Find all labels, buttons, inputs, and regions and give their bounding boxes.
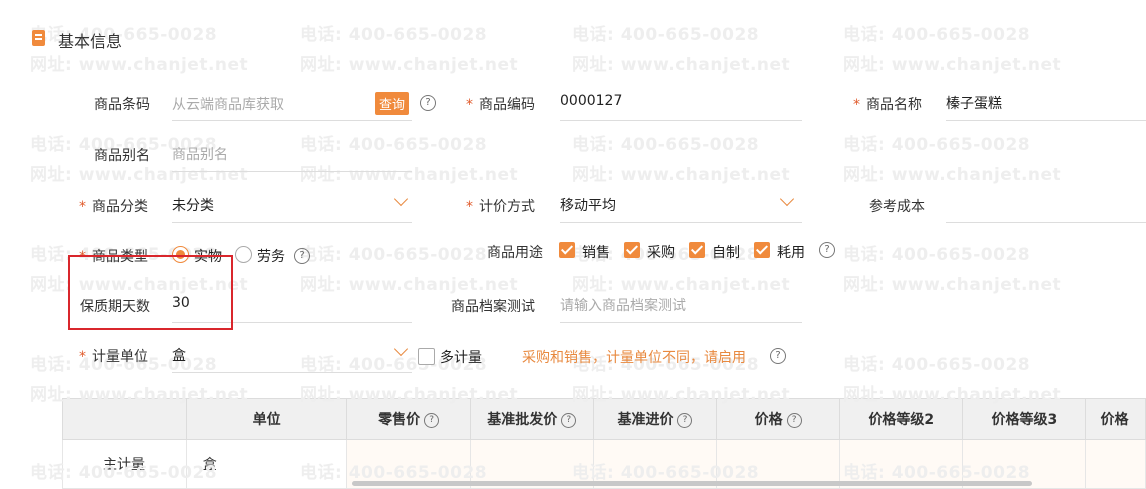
table-cell-main-unit: 主计量 (62, 439, 187, 489)
watermark-site: 网址: www.chanjet.net (843, 165, 1062, 185)
table-cell[interactable] (1085, 439, 1146, 489)
chevron-down-icon (393, 341, 409, 357)
watermark-site: 网址: www.chanjet.net (30, 55, 249, 75)
chevron-down-icon (779, 191, 795, 207)
unit-select[interactable]: 盒 (172, 341, 412, 373)
archive-test-label: 商品档案测试 (451, 299, 535, 315)
table-header-purchase: 基准进价? (592, 398, 718, 440)
table-cell-unit[interactable]: 盒 (185, 439, 348, 489)
category-select[interactable]: 未分类 (172, 191, 412, 223)
watermark-site: 网址: www.chanjet.net (843, 55, 1062, 75)
checkbox-consume[interactable] (754, 242, 770, 258)
pricing-label: * 计价方式 (466, 199, 535, 215)
checkbox-sales[interactable] (559, 242, 575, 258)
watermark-phone: 电话: 400-665-0028 (300, 25, 488, 45)
category-label: * 商品分类 (79, 199, 148, 215)
archive-test-input[interactable]: 请输入商品档案测试 (560, 292, 802, 323)
help-icon[interactable]: ? (561, 412, 577, 428)
multi-unit-label: 多计量 (440, 350, 482, 366)
query-button[interactable]: 查询 (375, 92, 410, 115)
ref-cost-label: 参考成本 (869, 199, 925, 215)
help-icon[interactable]: ? (294, 248, 310, 264)
watermark-phone: 电话: 400-665-0028 (300, 245, 488, 265)
document-icon (32, 30, 45, 46)
name-input[interactable]: 榛子蛋糕 (946, 90, 1146, 121)
watermark-site: 网址: www.chanjet.net (572, 165, 791, 185)
category-value: 未分类 (172, 198, 214, 214)
code-input[interactable]: 0000127 (560, 90, 802, 121)
code-value: 0000127 (560, 93, 623, 109)
watermark-phone: 电话: 400-665-0028 (572, 135, 760, 155)
watermark-phone: 电话: 400-665-0028 (572, 25, 760, 45)
help-icon[interactable]: ? (424, 412, 440, 428)
table-header-wholesale: 基准批发价? (469, 398, 594, 440)
table-header-row: 单位 零售价? 基准批发价? 基准进价? 价格? 价格等级2 价格等级3 价格 (62, 398, 1146, 440)
barcode-placeholder: 从云端商品库获取 (172, 97, 284, 113)
checkbox-sales-label: 销售 (582, 245, 610, 261)
code-label: * 商品编码 (466, 97, 535, 113)
unit-label: * 计量单位 (79, 349, 148, 365)
alias-label: 商品别名 (94, 148, 150, 164)
checkbox-purchase[interactable] (624, 242, 640, 258)
watermark-site: 网址: www.chanjet.net (572, 55, 791, 75)
pricing-select[interactable]: 移动平均 (560, 191, 802, 223)
usage-label: 商品用途 (487, 245, 543, 261)
help-icon[interactable]: ? (786, 412, 802, 428)
watermark-site: 网址: www.chanjet.net (300, 55, 519, 75)
alias-placeholder: 商品别名 (172, 147, 228, 163)
table-header-retail: 零售价? (346, 398, 471, 440)
ref-cost-input[interactable] (946, 192, 1146, 223)
chevron-down-icon (393, 191, 409, 207)
table-header (62, 398, 187, 440)
barcode-input[interactable]: 从云端商品库获取 查询 (172, 90, 412, 121)
name-label: * 商品名称 (853, 97, 922, 113)
radio-service-label: 劳务 (257, 249, 285, 265)
table-header-price-cut: 价格 (1085, 398, 1146, 440)
watermark-phone: 电话: 400-665-0028 (843, 355, 1031, 375)
help-icon[interactable]: ? (420, 95, 436, 111)
table-header-price: 价格? (716, 398, 841, 440)
multi-unit-hint: 采购和销售，计量单位不同，请启用 (522, 350, 746, 366)
watermark-phone: 电话: 400-665-0028 (843, 135, 1031, 155)
unit-value: 盒 (172, 348, 186, 364)
help-icon[interactable]: ? (819, 242, 835, 258)
barcode-label: 商品条码 (94, 97, 150, 113)
highlight-box (68, 255, 233, 330)
radio-service[interactable] (235, 246, 252, 263)
section-title: 基本信息 (58, 32, 123, 51)
pricing-value: 移动平均 (560, 198, 616, 214)
checkbox-selfmade-label: 自制 (712, 245, 740, 261)
horizontal-scrollbar[interactable] (352, 481, 1032, 486)
name-value: 榛子蛋糕 (946, 96, 1002, 112)
checkbox-selfmade[interactable] (689, 242, 705, 258)
watermark-phone: 电话: 400-665-0028 (843, 25, 1031, 45)
table-header-level2: 价格等级2 (839, 398, 964, 440)
multi-unit-checkbox[interactable] (418, 348, 435, 365)
watermark-site: 网址: www.chanjet.net (843, 275, 1062, 295)
table-header-level3: 价格等级3 (962, 398, 1087, 440)
checkbox-purchase-label: 采购 (647, 245, 675, 261)
checkbox-consume-label: 耗用 (777, 245, 805, 261)
watermark-phone: 电话: 400-665-0028 (843, 245, 1031, 265)
alias-input[interactable]: 商品别名 (172, 141, 412, 172)
help-icon[interactable]: ? (677, 412, 693, 428)
table-header-unit: 单位 (185, 398, 348, 440)
help-icon[interactable]: ? (770, 348, 786, 364)
archive-test-placeholder: 请输入商品档案测试 (560, 298, 686, 314)
unit-price-table: 单位 零售价? 基准批发价? 基准进价? 价格? 价格等级2 价格等级3 价格 … (62, 398, 1146, 489)
